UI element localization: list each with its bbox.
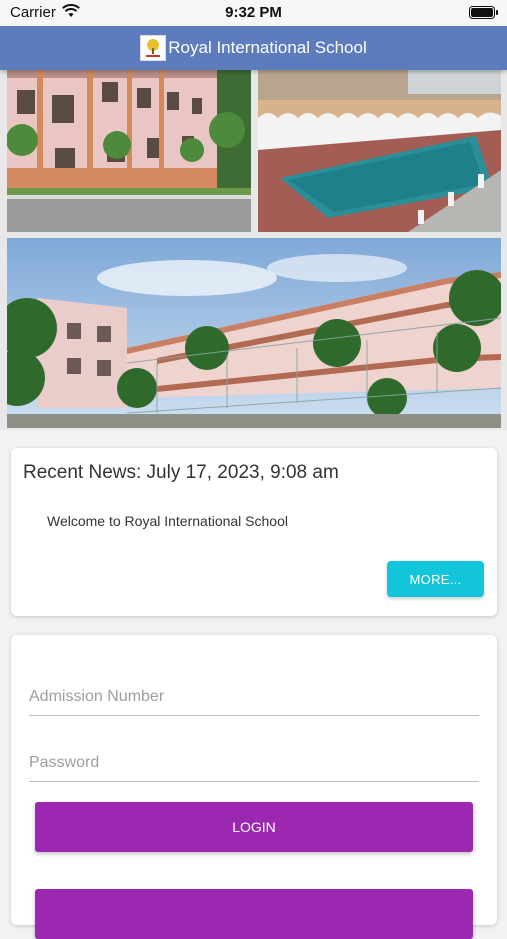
status-bar: Carrier 9:32 PM xyxy=(0,0,507,26)
app-title: Royal International School xyxy=(168,38,367,57)
more-news-button[interactable]: MORE... xyxy=(387,561,484,597)
password-input[interactable] xyxy=(29,745,479,782)
status-time: 9:32 PM xyxy=(225,4,282,21)
login-card: LOGIN xyxy=(11,635,497,939)
battery-icon xyxy=(469,6,498,19)
news-card: Recent News: July 17, 2023, 9:08 am Welc… xyxy=(11,448,497,616)
admission-number-input[interactable] xyxy=(29,679,479,716)
login-button[interactable]: LOGIN xyxy=(35,802,473,852)
app-header: Royal International School xyxy=(0,26,507,70)
news-item[interactable]: Welcome to Royal International School xyxy=(47,513,288,529)
photo-gallery xyxy=(0,70,507,430)
swimming-pool-photo xyxy=(258,70,501,232)
school-logo-icon xyxy=(140,35,167,61)
school-building-photo xyxy=(7,70,251,232)
news-heading: Recent News: July 17, 2023, 9:08 am xyxy=(23,462,339,483)
secondary-action-button[interactable] xyxy=(35,889,473,939)
school-campus-photo xyxy=(7,238,501,428)
